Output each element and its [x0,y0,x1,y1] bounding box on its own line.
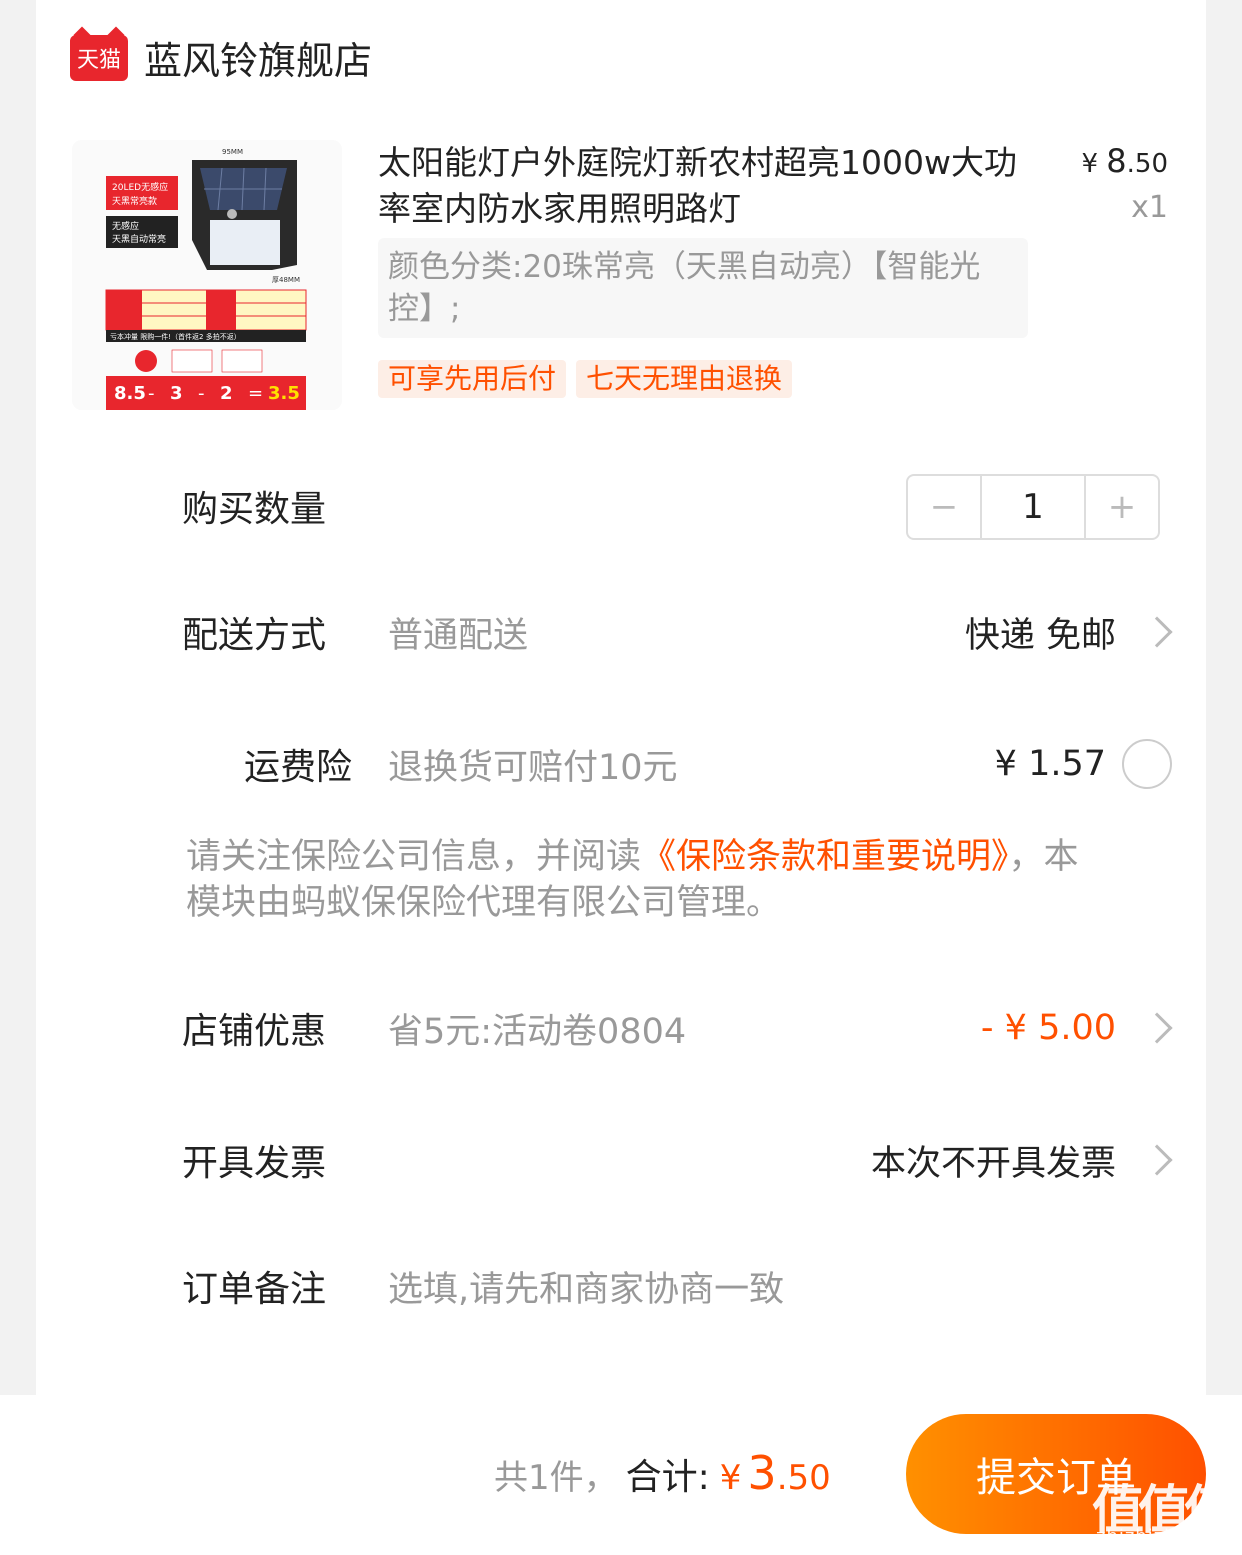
service-tags: 可享先用后付 七天无理由退换 [378,360,793,398]
total-count: 共1件， [494,1458,618,1498]
sku-selector[interactable]: 颜色分类:20珠常亮（天黑自动亮）【智能光控】; [378,238,1028,338]
delivery-value: 快递 免邮 [964,615,1116,656]
badge-2: 天黑常亮款 [112,195,157,207]
order-total: 共1件， 合计: ¥ 3.50 [494,1446,831,1500]
dim-width: 95MM [222,148,243,156]
chevron-right-icon [1141,616,1173,648]
product-image-graphic: 95MM 厚48MM 20LED无感应 天黑常亮款 无感应 天黑自动常亮 亏本冲… [72,140,342,410]
calc-equals: = [248,383,263,404]
quantity-value[interactable]: 1 [980,476,1086,538]
calc-minus-1: - [148,383,155,404]
shop-discount-value: - ¥ 5.00 [980,1008,1116,1048]
tag-free-return: 七天无理由退换 [576,360,793,398]
plus-button[interactable]: + [1086,476,1158,538]
invoice-label: 开具发票 [182,1143,327,1184]
total-yen: ¥ [719,1458,742,1498]
shop-discount-row[interactable]: 店铺优惠 省5元:活动卷0804 - ¥ 5.00 [182,998,1173,1058]
price-dec: .50 [1126,149,1168,179]
total-dec: .50 [776,1458,831,1498]
insurance-radio[interactable] [1122,739,1172,789]
shop-header[interactable]: 天猫 蓝风铃旗舰店 [70,30,372,85]
product-quantity-label: x1 [1131,190,1168,225]
insurance-note: 请关注保险公司信息，并阅读《保险条款和重要说明》，本模块由蚂蚁保保险代理有限公司… [186,834,1086,926]
shop-discount-label: 店铺优惠 [182,1011,327,1052]
shipping-insurance-label: 运费险 [243,747,352,788]
invoice-value: 本次不开具发票 [870,1143,1116,1184]
chevron-right-icon [1141,1144,1173,1176]
delivery-sub: 普通配送 [388,615,529,656]
tag-pay-later: 可享先用后付 [378,360,567,398]
insurance-note-before: 请关注保险公司信息，并阅读 [186,837,642,877]
remark-input[interactable]: 选填,请先和商家协商一致 [388,1261,784,1312]
price-yen: ¥ [1081,149,1107,179]
calc-minus-2: - [198,383,205,404]
shipping-insurance-value-wrap: ¥ 1.57 [995,739,1172,789]
shop-name[interactable]: 蓝风铃旗舰店 [144,30,372,85]
insurance-terms-link[interactable]: 《保险条款和重要说明》 [641,837,1009,877]
calc-2: 3 [170,383,183,404]
delivery-label: 配送方式 [182,615,327,656]
total-label: 合计: [625,1457,710,1498]
quantity-label: 购买数量 [182,489,327,530]
shipping-insurance-sub: 退换货可赔付10元 [388,747,678,788]
total-int: 3 [747,1446,777,1500]
remark-row: 订单备注 选填,请先和商家协商一致 [182,1256,1172,1316]
promo-line: 亏本冲量 限购一件!（首件返2 多拍不返） [110,332,241,341]
chevron-right-icon [1141,1012,1173,1044]
product-image[interactable]: 95MM 厚48MM 20LED无感应 天黑常亮款 无感应 天黑自动常亮 亏本冲… [72,140,342,410]
badge-1: 20LED无感应 [112,181,168,193]
delivery-row[interactable]: 配送方式 普通配送 快递 免邮 [182,602,1173,662]
badge-4: 天黑自动常亮 [112,233,166,245]
product-price: ¥ 8.50 [1081,142,1168,180]
shipping-insurance-price: ¥ 1.57 [994,744,1106,784]
tmall-logo: 天猫 [70,34,128,81]
product-title[interactable]: 太阳能灯户外庭院灯新农村超亮1000w大功率室内防水家用照明路灯 [378,140,1028,232]
calc-1: 8.5 [114,383,146,404]
minus-button[interactable]: − [908,476,980,538]
remark-label: 订单备注 [182,1269,327,1310]
price-int: 8 [1106,142,1127,180]
badge-3: 无感应 [112,220,139,232]
invoice-row[interactable]: 开具发票 本次不开具发票 [182,1130,1173,1190]
dim-depth: 厚48MM [272,276,300,284]
shop-discount-sub: 省5元:活动卷0804 [388,1011,687,1052]
quantity-stepper[interactable]: − 1 + [906,474,1160,540]
calc-3: 2 [220,383,233,404]
watermark-url: zhizhizhi.com [1096,1526,1231,1547]
shipping-insurance-row[interactable]: 运费险 退换货可赔付10元 ¥ 1.57 [182,734,1172,794]
calc-4: 3.5 [268,383,300,404]
